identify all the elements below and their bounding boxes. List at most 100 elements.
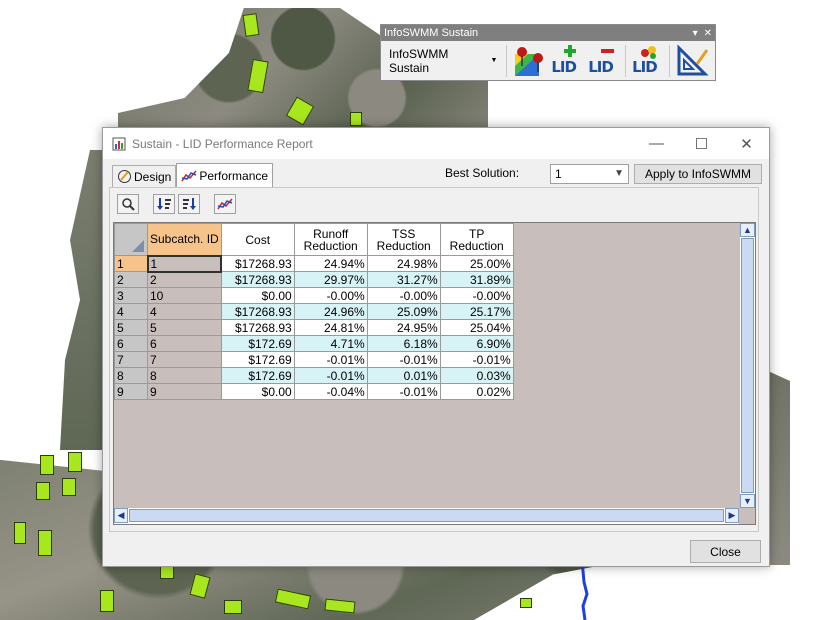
lid-edit-icon[interactable]: LID (629, 44, 666, 78)
vertical-scrollbar[interactable]: ▲ ▼ (739, 223, 755, 508)
cost-cell[interactable]: $17268.93 (220, 303, 295, 320)
row-number-cell[interactable]: 6 (114, 335, 148, 352)
subcatch-id-cell[interactable]: 8 (147, 367, 222, 384)
runoff-reduction-cell[interactable]: -0.04% (293, 383, 368, 400)
sort-descending-icon[interactable] (178, 194, 200, 214)
subcatch-id-cell[interactable]: 2 (147, 271, 222, 288)
subcatch-id-cell[interactable]: 7 (147, 351, 222, 368)
cost-cell[interactable]: $17268.93 (220, 255, 295, 272)
table-row[interactable]: 2 2 $17268.93 29.97% 31.27% 31.89% (114, 271, 514, 288)
row-number-cell[interactable]: 9 (114, 383, 148, 400)
subcatch-id-cell[interactable]: 1 (146, 254, 223, 273)
tp-reduction-cell[interactable]: -0.01% (439, 351, 514, 368)
runoff-reduction-cell[interactable]: 4.71% (293, 335, 368, 352)
tp-reduction-cell[interactable]: 0.02% (439, 383, 514, 400)
close-button[interactable]: Close (690, 540, 761, 563)
cost-cell[interactable]: $172.69 (220, 351, 295, 368)
scroll-right-icon[interactable]: ▶ (725, 508, 739, 523)
tss-reduction-cell[interactable]: -0.01% (366, 383, 441, 400)
table-row[interactable]: 4 4 $17268.93 24.96% 25.09% 25.17% (114, 303, 514, 320)
scroll-up-icon[interactable]: ▲ (740, 223, 755, 237)
runoff-reduction-cell[interactable]: 24.96% (293, 303, 368, 320)
horizontal-scrollbar[interactable]: ◀ ▶ (114, 507, 739, 524)
runoff-reduction-cell[interactable]: 24.81% (293, 319, 368, 336)
sort-ascending-icon[interactable] (153, 194, 175, 214)
lid-remove-icon[interactable]: LID (585, 44, 622, 78)
runoff-reduction-cell[interactable]: -0.01% (293, 351, 368, 368)
cost-cell[interactable]: $172.69 (220, 367, 295, 384)
maximize-icon[interactable]: ☐ (679, 128, 724, 159)
table-row[interactable]: 9 9 $0.00 -0.04% -0.01% 0.02% (114, 383, 514, 400)
table-row[interactable]: 8 8 $172.69 -0.01% 0.01% 0.03% (114, 367, 514, 384)
triangle-ruler-icon[interactable] (673, 43, 711, 78)
column-header-subcatch-id[interactable]: Subcatch. ID (147, 223, 222, 256)
cost-cell[interactable]: $17268.93 (220, 271, 295, 288)
tp-reduction-cell[interactable]: -0.00% (439, 287, 514, 304)
scroll-down-icon[interactable]: ▼ (740, 494, 755, 508)
cost-cell[interactable]: $0.00 (220, 287, 295, 304)
runoff-reduction-cell[interactable]: 24.94% (293, 255, 368, 272)
chart-icon[interactable] (214, 194, 236, 214)
cost-cell[interactable]: $17268.93 (220, 319, 295, 336)
subcatch-id-cell[interactable]: 9 (147, 383, 222, 400)
subcatch-id-cell[interactable]: 5 (147, 319, 222, 336)
grid-corner-cell[interactable] (114, 223, 148, 256)
table-row[interactable]: 3 10 $0.00 -0.00% -0.00% -0.00% (114, 287, 514, 304)
infoswmm-sustain-menu[interactable]: InfoSWMM Sustain ▼ (385, 47, 503, 75)
tss-reduction-cell[interactable]: 24.98% (366, 255, 441, 272)
tp-reduction-cell[interactable]: 25.17% (439, 303, 514, 320)
row-number-cell[interactable]: 5 (114, 319, 148, 336)
tab-design[interactable]: Design (112, 165, 177, 187)
runoff-reduction-cell[interactable]: -0.00% (293, 287, 368, 304)
tab-performance[interactable]: Performance (176, 163, 274, 188)
column-header-tp-reduction[interactable]: TP Reduction (439, 223, 514, 256)
row-number-cell[interactable]: 2 (114, 271, 148, 288)
row-number-cell[interactable]: 1 (114, 255, 148, 272)
zoom-icon[interactable] (117, 194, 139, 214)
tp-reduction-cell[interactable]: 25.00% (439, 255, 514, 272)
performance-grid: Subcatch. ID Cost Runoff Reduction TSS R… (113, 222, 756, 525)
runoff-reduction-cell[interactable]: -0.01% (293, 367, 368, 384)
tss-reduction-cell[interactable]: -0.00% (366, 287, 441, 304)
best-solution-select[interactable]: 1 ▼ (550, 164, 629, 184)
tp-reduction-cell[interactable]: 0.03% (439, 367, 514, 384)
subcatch-id-cell[interactable]: 10 (147, 287, 222, 304)
cost-cell[interactable]: $172.69 (220, 335, 295, 352)
map-pin-icon[interactable] (510, 44, 548, 78)
tss-reduction-cell[interactable]: 31.27% (366, 271, 441, 288)
report-app-icon (112, 137, 126, 150)
lid-add-icon[interactable]: LID (548, 44, 585, 78)
runoff-reduction-cell[interactable]: 29.97% (293, 271, 368, 288)
row-number-cell[interactable]: 7 (114, 351, 148, 368)
apply-to-infoswmm-button[interactable]: Apply to InfoSWMM (634, 164, 762, 184)
toolbar-dropdown-icon[interactable]: ▾ (693, 28, 698, 39)
tp-reduction-cell[interactable]: 6.90% (439, 335, 514, 352)
cost-cell[interactable]: $0.00 (220, 383, 295, 400)
table-row[interactable]: 5 5 $17268.93 24.81% 24.95% 25.04% (114, 319, 514, 336)
row-number-cell[interactable]: 8 (114, 367, 148, 384)
row-number-cell[interactable]: 3 (114, 287, 148, 304)
column-header-tss-reduction[interactable]: TSS Reduction (366, 223, 441, 256)
subcatch-id-cell[interactable]: 4 (147, 303, 222, 320)
tp-reduction-cell[interactable]: 25.04% (439, 319, 514, 336)
close-icon[interactable]: ✕ (724, 128, 769, 159)
scroll-thumb-vertical[interactable] (741, 238, 754, 493)
table-row[interactable]: 7 7 $172.69 -0.01% -0.01% -0.01% (114, 351, 514, 368)
tss-reduction-cell[interactable]: 6.18% (366, 335, 441, 352)
minimize-icon[interactable]: — (634, 128, 679, 159)
scroll-left-icon[interactable]: ◀ (114, 508, 128, 523)
tss-reduction-cell[interactable]: 24.95% (366, 319, 441, 336)
table-row[interactable]: 6 6 $172.69 4.71% 6.18% 6.90% (114, 335, 514, 352)
tp-reduction-cell[interactable]: 31.89% (439, 271, 514, 288)
tss-reduction-cell[interactable]: 25.09% (366, 303, 441, 320)
column-header-runoff-reduction[interactable]: Runoff Reduction (293, 223, 368, 256)
table-row[interactable]: 1 1 $17268.93 24.94% 24.98% 25.00% (114, 254, 514, 273)
toolbar-close-icon[interactable]: ✕ (704, 28, 712, 39)
tss-reduction-cell[interactable]: 0.01% (366, 367, 441, 384)
column-header-cost[interactable]: Cost (220, 223, 295, 256)
subcatch-id-cell[interactable]: 6 (147, 335, 222, 352)
subcatchment-roof (40, 455, 54, 475)
scroll-thumb-horizontal[interactable] (129, 509, 724, 522)
row-number-cell[interactable]: 4 (114, 303, 148, 320)
tss-reduction-cell[interactable]: -0.01% (366, 351, 441, 368)
